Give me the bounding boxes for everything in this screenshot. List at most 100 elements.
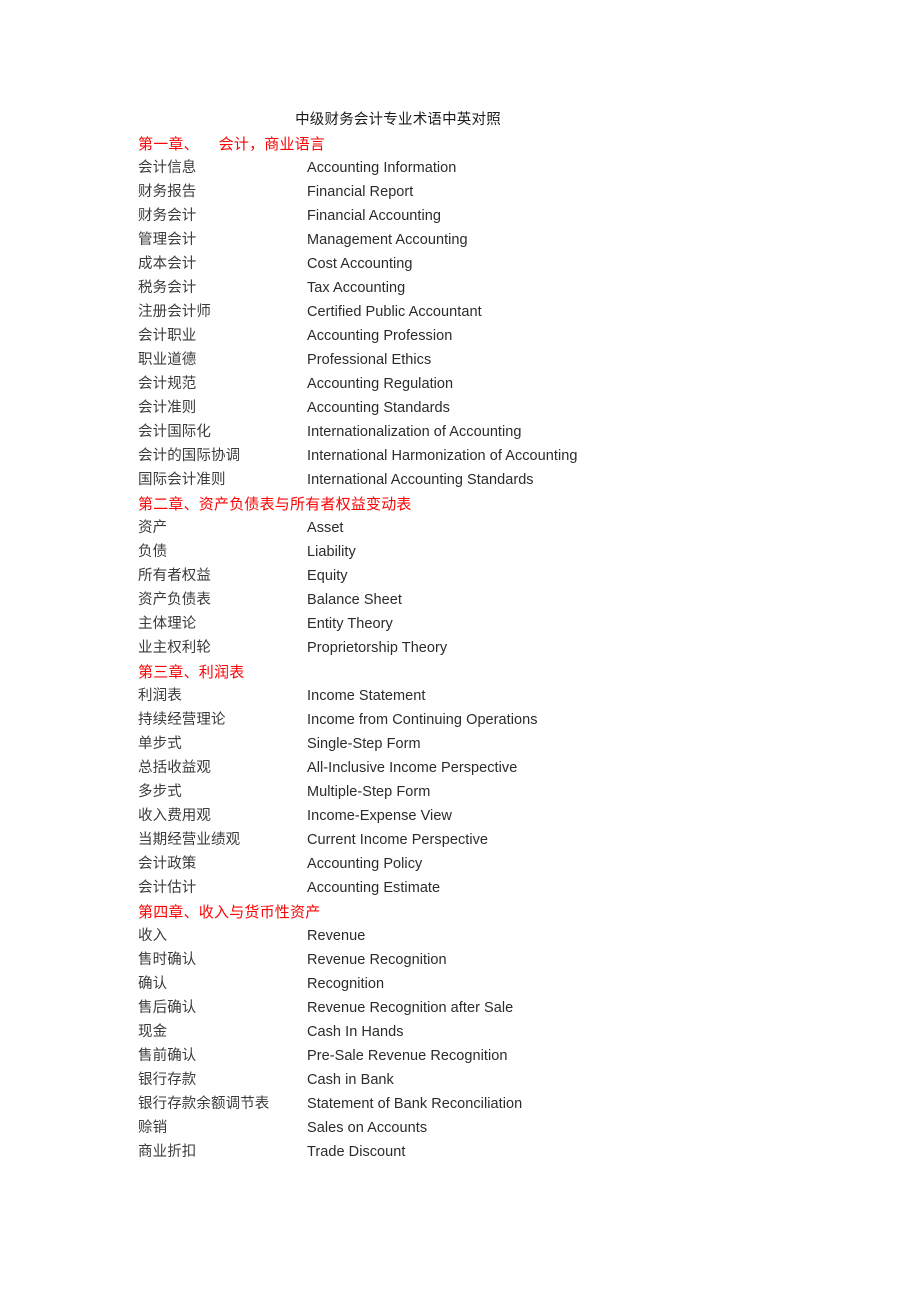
document-page: 中级财务会计专业术语中英对照 第一章、 会计，商业语言 会计信息 Accountin… [0, 0, 920, 1302]
term-row: 资产负债表 Balance Sheet [138, 588, 860, 612]
term-chinese: 利润表 [138, 688, 182, 704]
term-row: 多步式 Multiple-Step Form [138, 780, 860, 804]
term-row: 会计准则 Accounting Standards [138, 396, 860, 420]
term-chinese: 商业折扣 [138, 1144, 197, 1160]
term-english: Equity [307, 568, 348, 584]
term-english: Accounting Standards [307, 400, 450, 416]
term-row: 收入费用观 Income-Expense View [138, 804, 860, 828]
term-chinese: 售前确认 [138, 1048, 197, 1064]
term-row: 会计国际化 Internationalization of Accounting [138, 420, 860, 444]
term-english: Income Statement [307, 688, 426, 704]
term-chinese: 赊销 [138, 1120, 168, 1136]
term-english: Accounting Regulation [307, 376, 454, 392]
term-row: 负债 Liability [138, 540, 860, 564]
term-chinese: 售时确认 [138, 952, 197, 968]
term-chinese: 多步式 [138, 784, 182, 800]
term-english: Sales on Accounts [307, 1120, 428, 1136]
term-row: 财务会计 Financial Accounting [138, 204, 860, 228]
term-chinese: 职业道德 [138, 352, 197, 368]
term-english: International Accounting Standards [307, 472, 534, 488]
term-english: Asset [307, 520, 344, 536]
term-chinese: 现金 [138, 1024, 168, 1040]
term-row: 会计职业 Accounting Profession [138, 324, 860, 348]
term-row: 总括收益观 All-Inclusive Income Perspective [138, 756, 860, 780]
term-chinese: 会计规范 [138, 376, 197, 392]
term-chinese: 主体理论 [138, 616, 197, 632]
term-row: 确认 Recognition [138, 972, 860, 996]
term-chinese: 总括收益观 [138, 760, 211, 776]
term-english: Cash in Bank [307, 1072, 394, 1088]
term-chinese: 资产 [138, 520, 168, 536]
term-chinese: 管理会计 [138, 232, 197, 248]
term-english: Single-Step Form [307, 736, 421, 752]
chapter-heading: 第四章、收入与货币性资产 [138, 903, 321, 921]
term-chinese: 银行存款余额调节表 [138, 1096, 270, 1112]
term-english: Statement of Bank Reconciliation [307, 1096, 523, 1112]
term-row: 资产 Asset [138, 516, 860, 540]
term-row: 单步式 Single-Step Form [138, 732, 860, 756]
term-english: Pre-Sale Revenue Recognition [307, 1048, 508, 1064]
term-row: 售前确认 Pre-Sale Revenue Recognition [138, 1044, 860, 1068]
chapter-heading: 第三章、利润表 [138, 663, 245, 681]
term-english: Recognition [307, 976, 385, 992]
term-chinese: 会计职业 [138, 328, 197, 344]
term-chinese: 会计信息 [138, 160, 197, 176]
term-chinese: 税务会计 [138, 280, 197, 296]
term-english: Trade Discount [307, 1144, 406, 1160]
term-chinese: 收入费用观 [138, 808, 211, 824]
term-row: 会计的国际协调 International Harmonization of Ac… [138, 444, 860, 468]
term-english: Revenue Recognition [307, 952, 447, 968]
term-english: Accounting Estimate [307, 880, 441, 896]
chapter-heading: 第一章、 会计，商业语言 [138, 135, 326, 153]
term-chinese: 单步式 [138, 736, 182, 752]
term-english: Cost Accounting [307, 256, 413, 272]
term-row: 收入 Revenue [138, 924, 860, 948]
term-row: 会计政策 Accounting Policy [138, 852, 860, 876]
term-row: 税务会计 Tax Accounting [138, 276, 860, 300]
term-chinese: 资产负债表 [138, 592, 211, 608]
term-english: Cash In Hands [307, 1024, 404, 1040]
term-chinese: 确认 [138, 976, 168, 992]
term-english: Accounting Information [307, 160, 457, 176]
term-row: 售时确认 Revenue Recognition [138, 948, 860, 972]
term-row: 国际会计准则 International Accounting Standards [138, 468, 860, 492]
term-english: Financial Accounting [307, 208, 441, 224]
term-english: Tax Accounting [307, 280, 406, 296]
term-row: 职业道德 Professional Ethics [138, 348, 860, 372]
term-chinese: 所有者权益 [138, 568, 211, 584]
term-chinese: 会计准则 [138, 400, 197, 416]
term-english: Balance Sheet [307, 592, 402, 608]
term-english: Revenue [307, 928, 366, 944]
term-english: Professional Ethics [307, 352, 432, 368]
term-english: Income from Continuing Operations [307, 712, 538, 728]
term-english: Management Accounting [307, 232, 468, 248]
term-row: 所有者权益 Equity [138, 564, 860, 588]
term-chinese: 成本会计 [138, 256, 197, 272]
term-english: Revenue Recognition after Sale [307, 1000, 514, 1016]
term-english: Proprietorship Theory [307, 640, 448, 656]
term-english: Accounting Policy [307, 856, 423, 872]
term-english: All-Inclusive Income Perspective [307, 760, 518, 776]
term-chinese: 业主权利轮 [138, 640, 211, 656]
term-row: 业主权利轮 Proprietorship Theory [138, 636, 860, 660]
term-row: 现金 Cash In Hands [138, 1020, 860, 1044]
term-english: Internationalization of Accounting [307, 424, 522, 440]
term-chinese: 会计的国际协调 [138, 448, 241, 464]
term-chinese: 会计国际化 [138, 424, 211, 440]
term-english: Liability [307, 544, 356, 560]
term-english: International Harmonization of Accountin… [307, 448, 578, 464]
term-row: 当期经营业绩观 Current Income Perspective [138, 828, 860, 852]
term-chinese: 收入 [138, 928, 168, 944]
term-chinese: 注册会计师 [138, 304, 211, 320]
page-title: 中级财务会计专业术语中英对照 [295, 112, 501, 128]
term-chinese: 持续经营理论 [138, 712, 226, 728]
term-row: 主体理论 Entity Theory [138, 612, 860, 636]
term-row: 持续经营理论 Income from Continuing Operations [138, 708, 860, 732]
term-row: 银行存款 Cash in Bank [138, 1068, 860, 1092]
term-row: 售后确认 Revenue Recognition after Sale [138, 996, 860, 1020]
term-english: Current Income Perspective [307, 832, 489, 848]
term-english: Entity Theory [307, 616, 393, 632]
term-row: 管理会计 Management Accounting [138, 228, 860, 252]
term-chinese: 银行存款 [138, 1072, 197, 1088]
term-chinese: 财务报告 [138, 184, 197, 200]
